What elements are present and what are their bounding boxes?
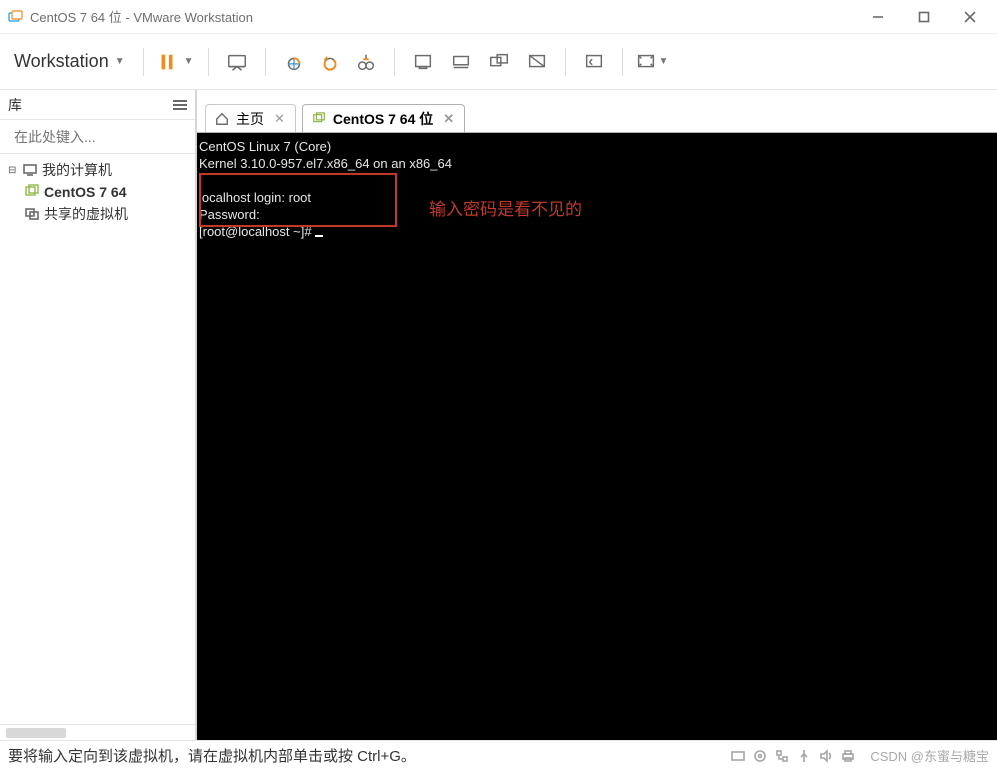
terminal-output: CentOS Linux 7 (Core) Kernel 3.10.0-957.… bbox=[197, 133, 997, 243]
content-pane: 主页 ✕ CentOS 7 64 位 ✕ CentOS Linux 7 (Cor… bbox=[197, 90, 997, 740]
window-title: CentOS 7 64 位 - VMware Workstation bbox=[30, 7, 253, 26]
snapshot-toolbar bbox=[278, 46, 382, 78]
library-title: 库 bbox=[8, 95, 22, 115]
tree-item-label: 共享的虚拟机 bbox=[44, 204, 128, 224]
pause-icon bbox=[156, 51, 178, 73]
tree-item-label: 我的计算机 bbox=[42, 160, 112, 180]
tab-strip: 主页 ✕ CentOS 7 64 位 ✕ bbox=[197, 98, 997, 132]
terminal-cursor bbox=[315, 235, 323, 237]
power-control[interactable]: ▼ bbox=[156, 51, 196, 73]
annotation-text: 输入密码是看不见的 bbox=[429, 195, 582, 220]
send-ctrl-alt-del-button[interactable] bbox=[221, 46, 253, 78]
window-controls bbox=[855, 2, 993, 32]
close-button[interactable] bbox=[947, 2, 993, 32]
status-tray: CSDN @东蜜与糖宝 bbox=[730, 746, 989, 765]
tab-gutter bbox=[197, 90, 997, 98]
stretch-guest-button[interactable] bbox=[521, 46, 553, 78]
fullscreen-button[interactable]: ▼ bbox=[635, 46, 671, 78]
tab-label: CentOS 7 64 位 bbox=[333, 109, 433, 129]
sound-icon[interactable] bbox=[818, 748, 834, 764]
tree-item-shared-vms[interactable]: 共享的虚拟机 bbox=[4, 202, 195, 226]
chevron-down-icon: ▼ bbox=[182, 56, 196, 67]
view-multi-monitors-button[interactable] bbox=[483, 46, 515, 78]
maximize-button[interactable] bbox=[901, 2, 947, 32]
status-bar: 要将输入定向到该虚拟机，请在虚拟机内部单击或按 Ctrl+G。 CSDN @东蜜… bbox=[0, 740, 997, 770]
home-icon bbox=[214, 111, 230, 127]
usb-icon[interactable] bbox=[796, 748, 812, 764]
separator bbox=[208, 48, 209, 76]
revert-snapshot-button[interactable] bbox=[314, 46, 346, 78]
printer-icon[interactable] bbox=[840, 748, 856, 764]
tab-vm-centos[interactable]: CentOS 7 64 位 ✕ bbox=[302, 104, 465, 132]
status-hint: 要将输入定向到该虚拟机，请在虚拟机内部单击或按 Ctrl+G。 bbox=[8, 745, 416, 766]
vm-icon bbox=[24, 184, 40, 200]
tree-item-mycomputer[interactable]: ⊟ 我的计算机 bbox=[4, 158, 195, 182]
separator bbox=[565, 48, 566, 76]
tree-item-vm-centos[interactable]: CentOS 7 64 bbox=[4, 182, 195, 202]
watermark-text: CSDN @东蜜与糖宝 bbox=[870, 746, 989, 765]
chevron-down-icon: ▼ bbox=[113, 56, 127, 67]
library-header: 库 bbox=[0, 90, 195, 120]
tab-label: 主页 bbox=[236, 109, 264, 129]
separator bbox=[622, 48, 623, 76]
library-search: ▼ bbox=[0, 120, 195, 154]
take-snapshot-button[interactable] bbox=[278, 46, 310, 78]
network-icon[interactable] bbox=[774, 748, 790, 764]
computer-icon bbox=[22, 162, 38, 178]
separator bbox=[265, 48, 266, 76]
library-pane: 库 ▼ ⊟ 我的计算机 CentOS 7 64 共享的虚拟机 bbox=[0, 90, 197, 740]
library-scrollbar[interactable] bbox=[0, 724, 195, 740]
vm-icon bbox=[311, 111, 327, 127]
search-input[interactable] bbox=[12, 128, 197, 146]
separator bbox=[143, 48, 144, 76]
terminal-view[interactable]: CentOS Linux 7 (Core) Kernel 3.10.0-957.… bbox=[197, 132, 997, 740]
shared-vms-icon bbox=[24, 206, 40, 222]
chevron-down-icon: ▼ bbox=[657, 56, 671, 67]
collapse-icon: ⊟ bbox=[8, 165, 18, 176]
disk-icon[interactable] bbox=[730, 748, 746, 764]
toolbar: Workstation ▼ ▼ ▼ bbox=[0, 34, 997, 90]
minimize-button[interactable] bbox=[855, 2, 901, 32]
tab-close-icon[interactable]: ✕ bbox=[439, 111, 454, 127]
manage-snapshots-button[interactable] bbox=[350, 46, 382, 78]
view-console-button[interactable] bbox=[407, 46, 439, 78]
view-thumbnails-button[interactable] bbox=[445, 46, 477, 78]
workstation-menu[interactable]: Workstation ▼ bbox=[10, 49, 131, 74]
tab-home[interactable]: 主页 ✕ bbox=[205, 104, 296, 132]
workstation-menu-label: Workstation bbox=[14, 51, 109, 72]
library-menu-icon[interactable] bbox=[173, 100, 187, 110]
cd-icon[interactable] bbox=[752, 748, 768, 764]
main-area: 库 ▼ ⊟ 我的计算机 CentOS 7 64 共享的虚拟机 bbox=[0, 90, 997, 740]
vmware-logo-icon bbox=[8, 9, 24, 25]
library-tree: ⊟ 我的计算机 CentOS 7 64 共享的虚拟机 bbox=[0, 154, 195, 724]
window-titlebar: CentOS 7 64 位 - VMware Workstation bbox=[0, 0, 997, 34]
unity-button[interactable] bbox=[578, 46, 610, 78]
tree-item-label: CentOS 7 64 bbox=[44, 184, 126, 200]
scrollbar-thumb[interactable] bbox=[6, 728, 66, 738]
separator bbox=[394, 48, 395, 76]
tab-close-icon[interactable]: ✕ bbox=[270, 111, 285, 127]
